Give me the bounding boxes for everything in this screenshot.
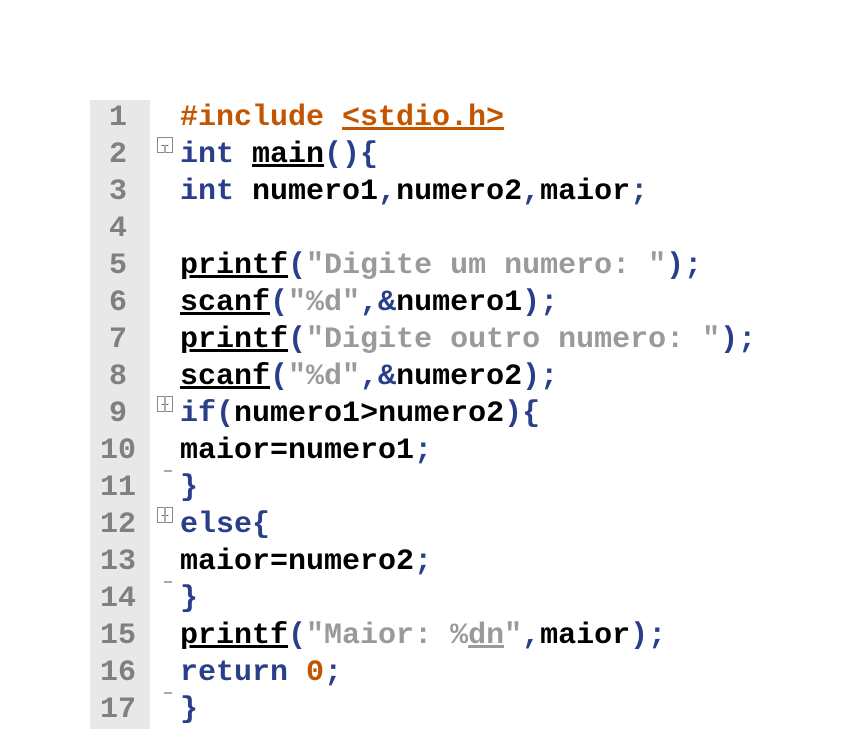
line-number: 7 xyxy=(90,322,150,359)
code-content: printf("Digite outro numero: "); xyxy=(180,322,756,359)
line-number: 8 xyxy=(90,359,150,396)
code-line: 3 int numero1,numero2,maior; xyxy=(90,174,756,211)
line-number: 15 xyxy=(90,618,150,655)
line-number: 10 xyxy=(90,433,150,470)
code-content: scanf("%d",&numero2); xyxy=(180,359,558,396)
fold-gutter: − xyxy=(150,396,180,412)
fold-gutter: − xyxy=(150,507,180,523)
code-content: int numero1,numero2,maior; xyxy=(180,174,648,211)
line-number: 3 xyxy=(90,174,150,211)
line-number: 9 xyxy=(90,396,150,433)
line-number: 11 xyxy=(90,470,150,507)
code-content: maior=numero1; xyxy=(180,433,432,470)
code-line: 12−else{ xyxy=(90,507,756,544)
code-content: printf("Maior: %dn",maior); xyxy=(180,618,666,655)
code-line: 2−int main(){ xyxy=(90,137,756,174)
code-line: 1 #include <stdio.h> xyxy=(90,100,756,137)
code-content: printf("Digite um numero: "); xyxy=(180,248,702,285)
code-line: 6 scanf("%d",&numero1); xyxy=(90,285,756,322)
code-line: 13 maior=numero2; xyxy=(90,544,756,581)
code-content: return 0; xyxy=(180,655,342,692)
line-number: 13 xyxy=(90,544,150,581)
code-line: 17} xyxy=(90,692,756,729)
line-number: 1 xyxy=(90,100,150,137)
code-line: 16 return 0; xyxy=(90,655,756,692)
code-content: else{ xyxy=(180,507,270,544)
code-content: #include <stdio.h> xyxy=(180,100,504,137)
code-content: scanf("%d",&numero1); xyxy=(180,285,558,322)
code-content: } xyxy=(180,581,198,618)
code-content: int main(){ xyxy=(180,137,378,174)
line-number: 17 xyxy=(90,692,150,729)
line-number: 2 xyxy=(90,137,150,174)
code-line: 14} xyxy=(90,581,756,618)
code-content: } xyxy=(180,470,198,507)
code-line: 11} xyxy=(90,470,756,507)
code-editor: 1#include <stdio.h>2−int main(){3int num… xyxy=(90,100,756,729)
line-number: 12 xyxy=(90,507,150,544)
line-number: 5 xyxy=(90,248,150,285)
line-number: 16 xyxy=(90,655,150,692)
code-line: 10 maior=numero1; xyxy=(90,433,756,470)
code-line: 5 printf("Digite um numero: "); xyxy=(90,248,756,285)
fold-gutter: − xyxy=(150,137,180,153)
code-line: 4 xyxy=(90,211,756,248)
line-number: 4 xyxy=(90,211,150,248)
code-line: 7 printf("Digite outro numero: "); xyxy=(90,322,756,359)
line-number: 14 xyxy=(90,581,150,618)
code-line: 15 printf("Maior: %dn",maior); xyxy=(90,618,756,655)
code-content: maior=numero2; xyxy=(180,544,432,581)
line-number: 6 xyxy=(90,285,150,322)
code-line: 9−if(numero1>numero2){ xyxy=(90,396,756,433)
code-content: } xyxy=(180,692,198,729)
code-content: if(numero1>numero2){ xyxy=(180,396,540,433)
code-line: 8 scanf("%d",&numero2); xyxy=(90,359,756,396)
